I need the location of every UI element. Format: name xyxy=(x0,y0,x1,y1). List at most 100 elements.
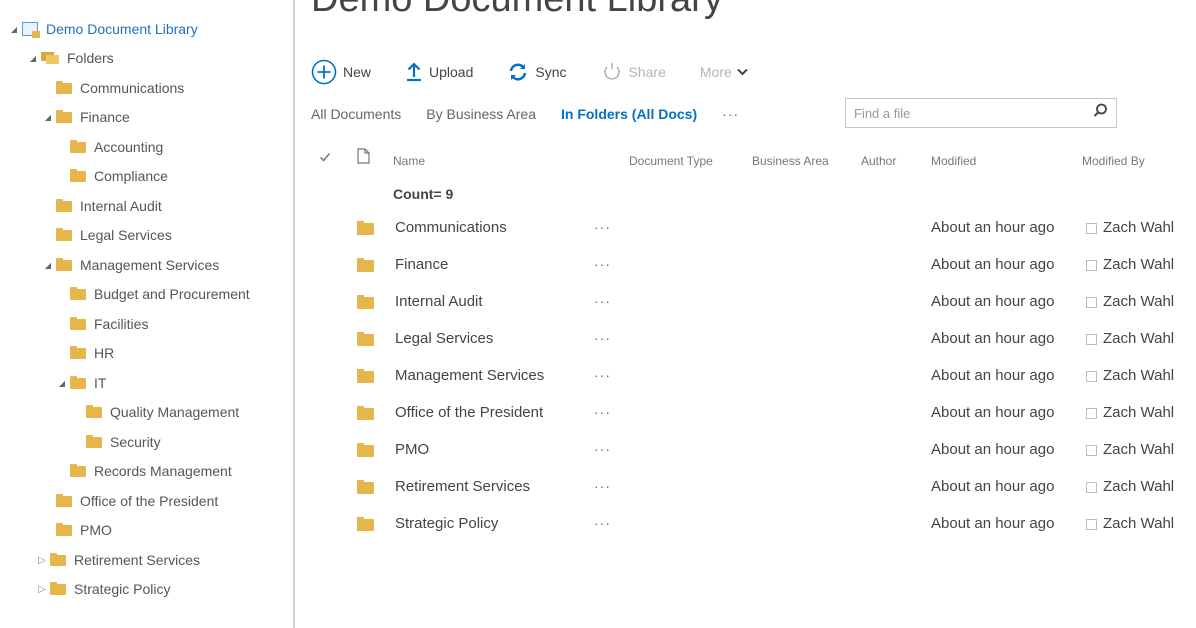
folders-icon xyxy=(41,52,59,64)
tree-item-management-services[interactable]: ◢ Management Services xyxy=(42,253,219,277)
row-modified-by[interactable]: Zach Wahl xyxy=(1103,404,1174,421)
tree-item-folders[interactable]: ◢ Folders xyxy=(27,46,114,70)
row-modified-by[interactable]: Zach Wahl xyxy=(1103,293,1174,310)
row-name[interactable]: Internal Audit xyxy=(395,293,483,310)
share-button[interactable]: Share xyxy=(601,62,666,82)
table-row[interactable]: Retirement Services ··· About an hour ag… xyxy=(311,468,1196,505)
row-modified: About an hour ago xyxy=(931,515,1055,532)
expanded-triangle-icon[interactable]: ◢ xyxy=(27,54,39,63)
tree-item-pmo[interactable]: PMO xyxy=(42,518,112,542)
view-by-business-area[interactable]: By Business Area xyxy=(426,106,536,122)
tree-item-communications[interactable]: Communications xyxy=(42,76,184,100)
column-header-business-area[interactable]: Business Area xyxy=(752,154,829,168)
row-menu-ellipsis[interactable]: ··· xyxy=(594,515,611,531)
tree-item-legal-services[interactable]: Legal Services xyxy=(42,223,172,247)
row-modified-by[interactable]: Zach Wahl xyxy=(1103,330,1174,347)
table-row[interactable]: PMO ··· About an hour ago Zach Wahl xyxy=(311,431,1196,468)
column-header-author[interactable]: Author xyxy=(861,154,896,168)
expanded-triangle-icon[interactable]: ◢ xyxy=(8,25,20,34)
folder-icon xyxy=(357,406,374,420)
tree-item-demo-document-library[interactable]: ◢ Demo Document Library xyxy=(8,17,198,41)
row-modified-by[interactable]: Zach Wahl xyxy=(1103,256,1174,273)
pane-divider[interactable] xyxy=(293,0,295,628)
row-modified-by[interactable]: Zach Wahl xyxy=(1103,367,1174,384)
new-button[interactable]: New xyxy=(311,59,371,85)
table-row[interactable]: Legal Services ··· About an hour ago Zac… xyxy=(311,320,1196,357)
expanded-triangle-icon[interactable]: ◢ xyxy=(42,113,54,122)
upload-button[interactable]: Upload xyxy=(405,62,473,82)
row-name[interactable]: Communications xyxy=(395,219,507,236)
tree-item-quality-management[interactable]: Quality Management xyxy=(72,400,239,424)
new-label: New xyxy=(343,64,372,80)
row-menu-ellipsis[interactable]: ··· xyxy=(594,367,611,383)
tree-item-retirement-services[interactable]: ▷ Retirement Services xyxy=(36,548,200,572)
tree-item-compliance[interactable]: Compliance xyxy=(56,164,168,188)
table-row[interactable]: Communications ··· About an hour ago Zac… xyxy=(311,209,1196,246)
tree-item-hr[interactable]: HR xyxy=(56,341,114,365)
expanded-triangle-icon[interactable]: ◢ xyxy=(56,379,68,388)
row-menu-ellipsis[interactable]: ··· xyxy=(594,441,611,457)
table-row[interactable]: Finance ··· About an hour ago Zach Wahl xyxy=(311,246,1196,283)
row-name[interactable]: Finance xyxy=(395,256,448,273)
tree-item-budget-and-procurement[interactable]: Budget and Procurement xyxy=(56,282,250,306)
row-modified: About an hour ago xyxy=(931,478,1055,495)
tree-item-label: Office of the President xyxy=(80,493,219,509)
row-modified-by[interactable]: Zach Wahl xyxy=(1103,441,1174,458)
tree-item-internal-audit[interactable]: Internal Audit xyxy=(42,194,162,218)
tree-item-label: HR xyxy=(94,345,115,361)
upload-label: Upload xyxy=(429,64,474,80)
tree-item-accounting[interactable]: Accounting xyxy=(56,135,163,159)
tree-item-label: Communications xyxy=(80,80,185,96)
sync-button[interactable]: Sync xyxy=(507,62,567,82)
column-header-modified[interactable]: Modified xyxy=(931,154,976,168)
table-row[interactable]: Strategic Policy ··· About an hour ago Z… xyxy=(311,505,1196,542)
row-menu-ellipsis[interactable]: ··· xyxy=(594,404,611,420)
select-all-checkmark-icon[interactable] xyxy=(319,151,331,166)
plus-circle-icon xyxy=(311,59,337,85)
view-all-documents[interactable]: All Documents xyxy=(311,106,401,122)
tree-item-strategic-policy[interactable]: ▷ Strategic Policy xyxy=(36,577,170,601)
tree-item-security[interactable]: Security xyxy=(72,430,161,454)
search-input[interactable] xyxy=(854,105,1093,121)
row-modified-by[interactable]: Zach Wahl xyxy=(1103,219,1174,236)
tree-item-it[interactable]: ◢ IT xyxy=(56,371,107,395)
row-name[interactable]: Legal Services xyxy=(395,330,493,347)
column-header-modified-by[interactable]: Modified By xyxy=(1082,154,1145,168)
table-row[interactable]: Office of the President ··· About an hou… xyxy=(311,394,1196,431)
more-button[interactable]: More xyxy=(700,64,748,80)
row-name[interactable]: Management Services xyxy=(395,367,544,384)
row-name[interactable]: Retirement Services xyxy=(395,478,530,495)
presence-checkbox xyxy=(1086,482,1097,493)
table-row[interactable]: Internal Audit ··· About an hour ago Zac… xyxy=(311,283,1196,320)
collapsed-triangle-icon[interactable]: ▷ xyxy=(36,584,48,595)
column-header-name[interactable]: Name xyxy=(393,154,425,168)
collapsed-triangle-icon[interactable]: ▷ xyxy=(36,555,48,566)
tree-item-records-management[interactable]: Records Management xyxy=(56,459,232,483)
folder-icon xyxy=(357,443,374,457)
table-row[interactable]: Management Services ··· About an hour ag… xyxy=(311,357,1196,394)
row-modified: About an hour ago xyxy=(931,404,1055,421)
column-header-document-type[interactable]: Document Type xyxy=(629,154,713,168)
row-name[interactable]: PMO xyxy=(395,441,429,458)
folder-icon xyxy=(70,463,86,477)
expanded-triangle-icon[interactable]: ◢ xyxy=(42,261,54,270)
row-menu-ellipsis[interactable]: ··· xyxy=(594,330,611,346)
folder-icon xyxy=(50,581,66,595)
view-in-folders[interactable]: In Folders (All Docs) xyxy=(561,106,697,122)
tree-item-finance[interactable]: ◢ Finance xyxy=(42,105,130,129)
row-menu-ellipsis[interactable]: ··· xyxy=(594,478,611,494)
more-label: More xyxy=(699,64,732,80)
search-icon[interactable] xyxy=(1093,103,1108,123)
row-name[interactable]: Strategic Policy xyxy=(395,515,498,532)
tree-item-office-of-the-president[interactable]: Office of the President xyxy=(42,489,218,513)
row-modified-by[interactable]: Zach Wahl xyxy=(1103,478,1174,495)
row-name[interactable]: Office of the President xyxy=(395,404,543,421)
tree-item-label: Finance xyxy=(80,109,130,125)
tree-item-facilities[interactable]: Facilities xyxy=(56,312,148,336)
folder-icon xyxy=(357,258,374,272)
row-menu-ellipsis[interactable]: ··· xyxy=(594,293,611,309)
row-menu-ellipsis[interactable]: ··· xyxy=(594,256,611,272)
row-menu-ellipsis[interactable]: ··· xyxy=(594,219,611,235)
row-modified-by[interactable]: Zach Wahl xyxy=(1103,515,1174,532)
views-more-ellipsis[interactable]: ··· xyxy=(722,106,739,122)
